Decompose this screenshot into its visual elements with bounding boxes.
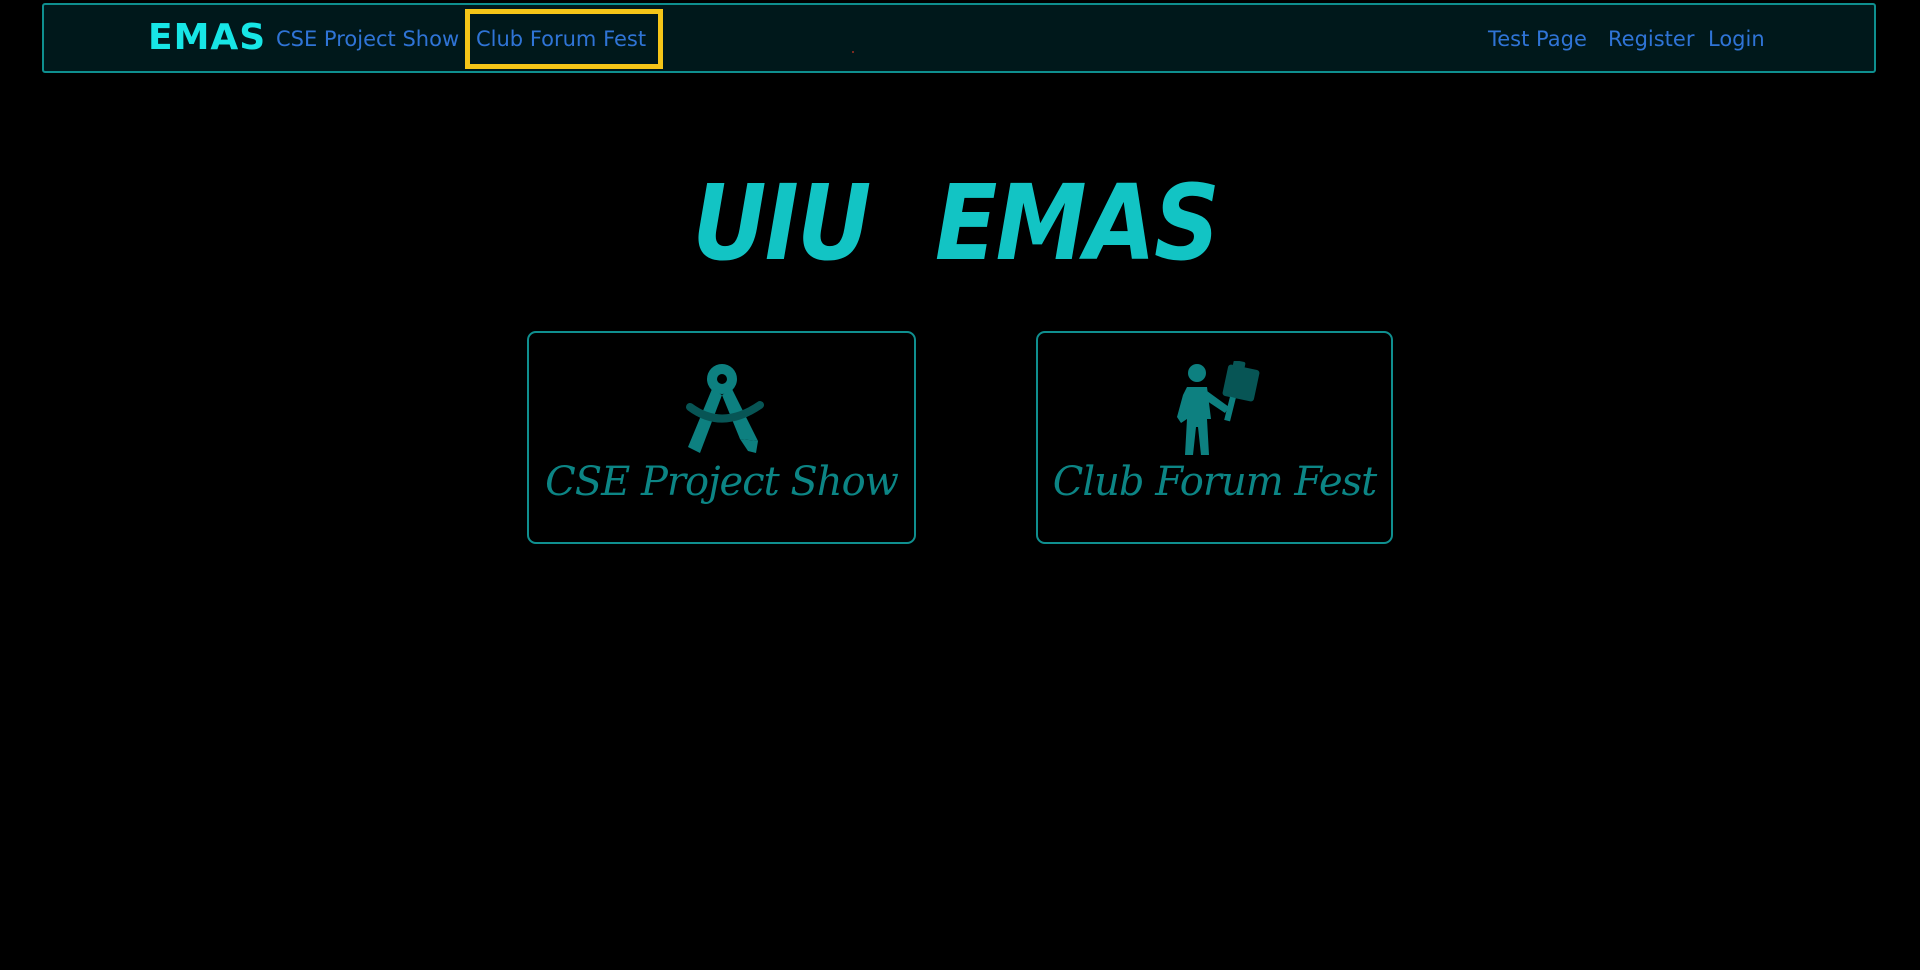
nav-link-club-forum-fest[interactable]: Club Forum Fest <box>476 27 646 51</box>
compass-drafting-icon <box>674 361 770 461</box>
stray-dot <box>852 51 854 53</box>
person-sign-icon <box>1167 360 1263 461</box>
nav-link-test-page[interactable]: Test Page <box>1488 27 1587 51</box>
card-label-cse-project-show: CSE Project Show <box>545 459 899 505</box>
nav-link-register[interactable]: Register <box>1608 27 1694 51</box>
nav-link-login[interactable]: Login <box>1708 27 1765 51</box>
card-label-club-forum-fest: Club Forum Fest <box>1052 459 1378 505</box>
nav-link-cse-project-show[interactable]: CSE Project Show <box>276 27 459 51</box>
card-cse-project-show[interactable]: CSE Project Show <box>527 331 916 544</box>
top-navbar: EMAS CSE Project Show Club Forum Fest Te… <box>42 3 1876 73</box>
hero-title: UIU EMAS <box>692 161 1220 284</box>
card-club-forum-fest[interactable]: Club Forum Fest <box>1036 331 1393 544</box>
brand-logo[interactable]: EMAS <box>148 17 266 58</box>
